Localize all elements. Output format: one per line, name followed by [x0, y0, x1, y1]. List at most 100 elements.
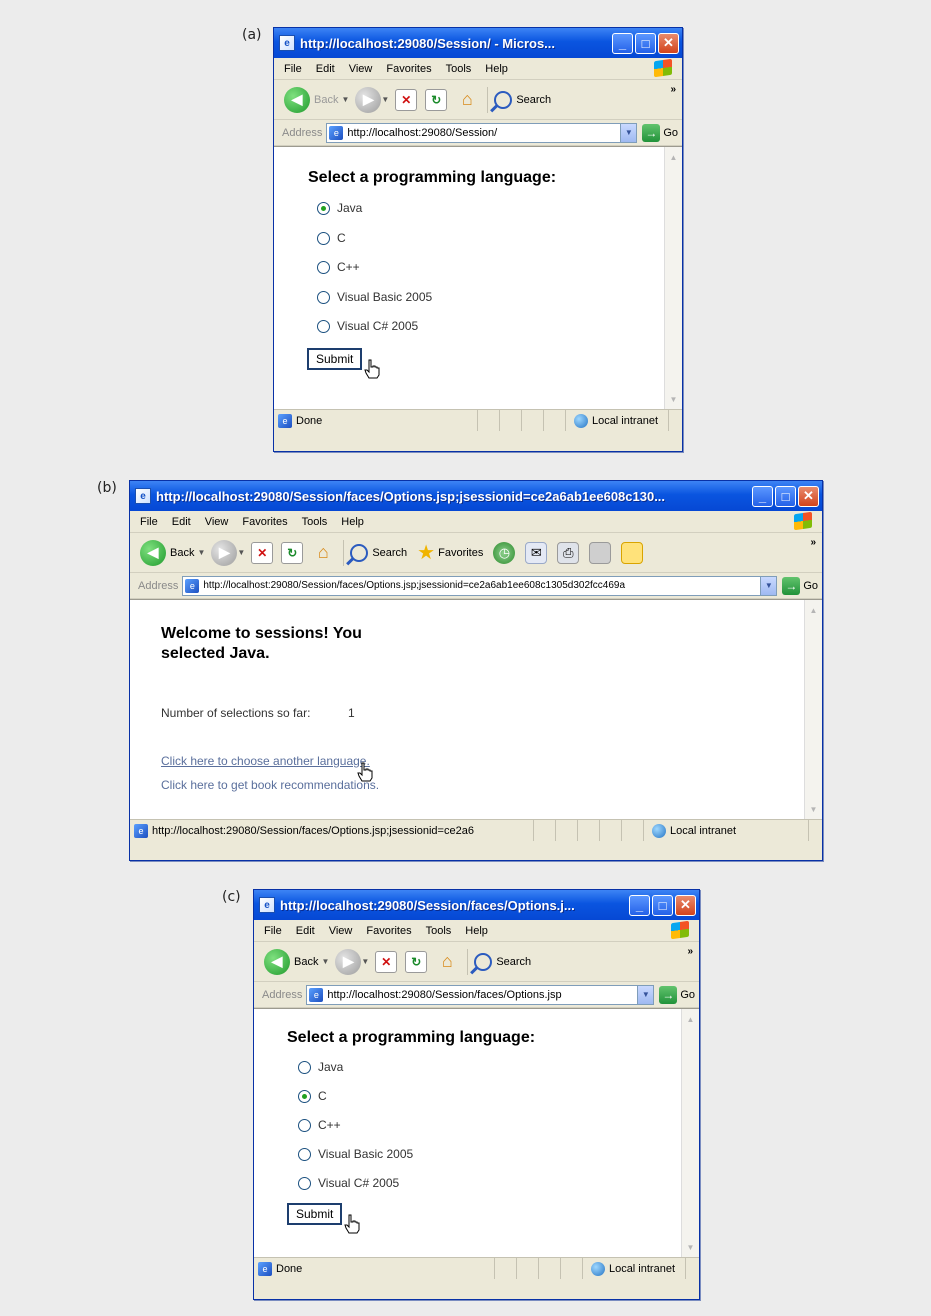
refresh-icon[interactable]: ↻	[281, 541, 304, 564]
back-arrow-icon[interactable]: ◀	[140, 539, 166, 566]
minimize-button[interactable]: _	[752, 485, 773, 507]
menu-favorites[interactable]: Favorites	[386, 63, 431, 75]
forward-arrow-icon[interactable]: ▶	[355, 86, 382, 113]
menu-edit[interactable]: Edit	[172, 516, 191, 528]
scroll-up-icon[interactable]: ▲	[667, 149, 680, 165]
back-dropdown-icon[interactable]: ▼	[341, 95, 349, 104]
forward-arrow-icon[interactable]: ▶	[211, 539, 238, 566]
home-icon[interactable]: ⌂	[455, 89, 479, 111]
stop-icon[interactable]: ✕	[395, 88, 418, 111]
option-csharp[interactable]: Visual C# 2005	[298, 1176, 399, 1190]
menu-favorites[interactable]: Favorites	[242, 516, 287, 528]
address-input[interactable]: e http://localhost:29080/Session/faces/O…	[182, 575, 778, 596]
radio-button[interactable]	[317, 319, 330, 333]
address-dropdown-icon[interactable]: ▼	[637, 985, 654, 1004]
toolbar-chevron-icon[interactable]: »	[687, 946, 693, 957]
maximize-button[interactable]: □	[635, 32, 656, 54]
favorites-button[interactable]: ★ Favorites	[417, 540, 483, 565]
forward-dropdown-icon[interactable]: ▼	[237, 548, 245, 557]
stop-icon[interactable]: ✕	[375, 950, 398, 973]
menu-file[interactable]: File	[264, 925, 282, 937]
menu-view[interactable]: View	[205, 516, 229, 528]
go-button[interactable]: → Go	[782, 576, 818, 595]
title-bar[interactable]: e http://localhost:29080/Session/faces/O…	[254, 890, 699, 920]
address-dropdown-icon[interactable]: ▼	[620, 123, 637, 142]
option-c[interactable]: C	[317, 231, 346, 245]
forward-dropdown-icon[interactable]: ▼	[381, 95, 389, 104]
maximize-button[interactable]: □	[775, 485, 796, 507]
menu-tools[interactable]: Tools	[426, 925, 452, 937]
radio-button[interactable]	[298, 1176, 311, 1190]
submit-button[interactable]: Submit	[307, 348, 363, 370]
history-icon[interactable]: ◷	[493, 541, 516, 564]
vertical-scrollbar[interactable]: ▲ ▼	[681, 1009, 699, 1257]
radio-button[interactable]	[298, 1118, 311, 1132]
go-button[interactable]: → Go	[659, 985, 695, 1004]
menu-help[interactable]: Help	[341, 516, 364, 528]
submit-button[interactable]: Submit	[287, 1203, 343, 1225]
radio-button[interactable]	[298, 1147, 311, 1161]
address-input[interactable]: e http://localhost:29080/Session/faces/O…	[306, 984, 655, 1005]
messenger-icon[interactable]	[621, 541, 644, 564]
refresh-icon[interactable]: ↻	[425, 88, 448, 111]
back-button-label[interactable]: Back	[294, 956, 318, 968]
option-csharp[interactable]: Visual C# 2005	[317, 319, 418, 333]
menu-tools[interactable]: Tools	[446, 63, 472, 75]
scroll-down-icon[interactable]: ▼	[807, 801, 820, 817]
radio-button[interactable]	[298, 1060, 311, 1074]
menu-view[interactable]: View	[329, 925, 353, 937]
forward-arrow-icon[interactable]: ▶	[335, 948, 362, 975]
home-icon[interactable]: ⌂	[311, 542, 335, 564]
forward-dropdown-icon[interactable]: ▼	[361, 957, 369, 966]
search-button[interactable]: Search	[474, 952, 531, 971]
radio-button[interactable]	[317, 260, 330, 274]
address-input[interactable]: e http://localhost:29080/Session/ ▼	[326, 122, 638, 143]
edit-icon[interactable]	[589, 541, 612, 564]
refresh-icon[interactable]: ↻	[405, 950, 428, 973]
minimize-button[interactable]: _	[612, 32, 633, 54]
option-java[interactable]: Java	[298, 1060, 343, 1074]
maximize-button[interactable]: □	[652, 894, 673, 916]
radio-button[interactable]	[317, 231, 330, 245]
menu-help[interactable]: Help	[485, 63, 508, 75]
back-dropdown-icon[interactable]: ▼	[321, 957, 329, 966]
scroll-down-icon[interactable]: ▼	[667, 391, 680, 407]
menu-help[interactable]: Help	[465, 925, 488, 937]
menu-edit[interactable]: Edit	[296, 925, 315, 937]
choose-another-language-link[interactable]: Click here to choose another language.	[161, 754, 370, 768]
back-button-label[interactable]: Back	[314, 94, 338, 106]
close-button[interactable]: ✕	[798, 485, 819, 507]
search-button[interactable]: Search	[494, 90, 551, 109]
radio-button[interactable]	[298, 1089, 311, 1103]
option-vb[interactable]: Visual Basic 2005	[298, 1147, 413, 1161]
radio-button[interactable]	[317, 290, 330, 304]
menu-view[interactable]: View	[349, 63, 373, 75]
back-button-label[interactable]: Back	[170, 547, 194, 559]
scroll-up-icon[interactable]: ▲	[684, 1011, 697, 1027]
title-bar[interactable]: e http://localhost:29080/Session/ - Micr…	[274, 28, 682, 58]
scroll-up-icon[interactable]: ▲	[807, 602, 820, 618]
option-cpp[interactable]: C++	[298, 1118, 341, 1132]
radio-button[interactable]	[317, 201, 330, 215]
home-icon[interactable]: ⌂	[435, 951, 459, 973]
close-button[interactable]: ✕	[658, 32, 679, 54]
minimize-button[interactable]: _	[629, 894, 650, 916]
address-dropdown-icon[interactable]: ▼	[760, 576, 777, 595]
resize-grip[interactable]	[808, 820, 822, 841]
toolbar-chevron-icon[interactable]: »	[670, 84, 676, 95]
book-recommendations-link[interactable]: Click here to get book recommendations.	[161, 778, 379, 792]
vertical-scrollbar[interactable]: ▲ ▼	[804, 600, 822, 819]
menu-tools[interactable]: Tools	[302, 516, 328, 528]
go-button[interactable]: → Go	[642, 123, 678, 142]
toolbar-chevron-icon[interactable]: »	[810, 537, 816, 548]
back-arrow-icon[interactable]: ◀	[284, 86, 310, 113]
option-java[interactable]: Java	[317, 201, 362, 215]
menu-favorites[interactable]: Favorites	[366, 925, 411, 937]
menu-file[interactable]: File	[284, 63, 302, 75]
back-dropdown-icon[interactable]: ▼	[197, 548, 205, 557]
option-vb[interactable]: Visual Basic 2005	[317, 290, 432, 304]
vertical-scrollbar[interactable]: ▲ ▼	[664, 147, 682, 409]
stop-icon[interactable]: ✕	[251, 541, 274, 564]
resize-grip[interactable]	[685, 1258, 699, 1279]
back-arrow-icon[interactable]: ◀	[264, 948, 290, 975]
